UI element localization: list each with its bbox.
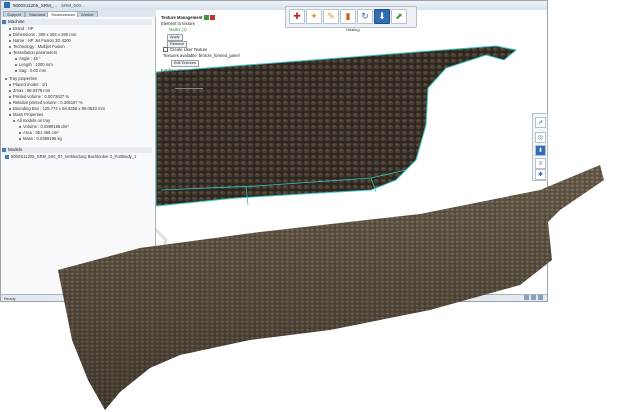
element-label-text: Element to texture	[161, 21, 195, 26]
bullet-icon	[19, 137, 21, 140]
bullet-icon	[9, 33, 11, 36]
tree-item-label: Mass : 0.0399195 kg	[23, 136, 62, 141]
apply-button[interactable]: Apply	[167, 34, 183, 41]
bullet-icon	[9, 95, 11, 98]
confirm-icon[interactable]	[203, 15, 209, 21]
checkbox-icon[interactable]	[163, 47, 168, 53]
right-tool-strip: ➚ ◎ ⬇ ≡ ✱	[532, 113, 548, 181]
healing-toolbar: ✚ ✦ ✎ ▮ ↻ ⬇ ⬈	[285, 6, 417, 28]
grid-icon[interactable]	[531, 295, 536, 300]
scale-value: 100	[204, 86, 212, 91]
bullet-icon	[5, 77, 7, 80]
bullet-icon	[9, 107, 11, 110]
slider-track[interactable]	[175, 88, 203, 90]
selected-element-label: Marks (1)	[169, 27, 187, 32]
bullet-icon	[9, 45, 11, 48]
export-icon[interactable]: ⬈	[391, 9, 407, 24]
bullet-icon	[15, 63, 17, 66]
tree-item-label: All models on tray	[17, 118, 51, 123]
status-bar: Ready	[1, 294, 547, 301]
bullet-icon	[9, 27, 11, 30]
status-icons	[522, 295, 543, 301]
machine-header-label: Machine	[8, 19, 25, 24]
zoom-icon[interactable]	[538, 295, 543, 300]
pointer-icon[interactable]: ➚	[535, 117, 546, 128]
app-window: 9000S11205_SRM_... SRM_500... Support St…	[0, 0, 548, 302]
height-max-text: Height max (mm): 1	[175, 92, 212, 97]
bullet-icon	[15, 69, 17, 72]
config-label-text: Konfiguration	[161, 68, 186, 73]
tree-item-label: Area : 351.466 cm²	[23, 130, 59, 135]
textured-part[interactable]	[156, 45, 518, 207]
bar-chart-icon[interactable]: ▮	[340, 9, 356, 24]
bullet-icon	[13, 119, 15, 122]
models-header[interactable]: Models	[2, 147, 152, 153]
bullet-icon	[9, 101, 11, 104]
view-icon[interactable]	[524, 295, 529, 300]
repair-cross-icon[interactable]: ✚	[289, 9, 305, 24]
create-texture-label: Create User Texture	[170, 47, 208, 52]
tree-item-label: Printed volume : 0.0073637 %	[13, 94, 70, 99]
tree-item-label: Length : 1000 mm	[19, 62, 53, 67]
scale-height-text: Scale height	[165, 80, 189, 85]
tree-item-label: Bounding Box : 125.774 x 56.6355 x 96.05…	[13, 106, 105, 111]
import-icon[interactable]: ⬇	[374, 9, 390, 24]
refresh-icon[interactable]: ↻	[357, 9, 373, 24]
tree-item-label: Name : HP Jet Fusion 3D 4200	[13, 38, 71, 43]
models-header-label: Models	[8, 147, 23, 152]
models-icon	[2, 147, 6, 152]
texture-panel-title-label: Texture Management	[161, 15, 203, 20]
toolbar-label: Healing	[346, 27, 360, 32]
bullet-icon	[9, 39, 11, 42]
window-subtitle: SRM_500...	[61, 2, 85, 8]
part-icon	[5, 154, 9, 159]
settings-icon[interactable]: ✱	[535, 169, 546, 180]
tree-item-label: Volume : 0.0399195 dm³	[23, 124, 69, 129]
height-max-label: Height max (mm): 1	[175, 92, 212, 98]
bullet-icon	[9, 89, 11, 92]
download-icon[interactable]: ⬇	[535, 145, 546, 156]
tree-item-label: Dimensions : 380 x 284 x 380 mm	[13, 32, 77, 37]
tree-item[interactable]: Sag : 0.02 mm	[15, 68, 46, 74]
tree-item-label: Tessellation parameters	[13, 50, 58, 55]
tree-item-label: Brand : HP	[13, 26, 34, 31]
textures-available[interactable]: Textures available: bronze_formed_panel	[163, 53, 240, 59]
status-text: Ready	[4, 295, 16, 301]
tray-header-label: Tray properties	[9, 76, 38, 81]
machine-header[interactable]: Machine	[2, 19, 152, 25]
selected-element[interactable]: Marks (1)	[169, 27, 187, 33]
textures-available-label: Textures available: bronze_formed_panel	[163, 53, 240, 58]
bullet-icon	[19, 131, 21, 134]
circle-icon[interactable]: ◎	[535, 132, 546, 143]
bullet-icon	[9, 83, 11, 86]
structure-panel: Machine Brand : HP Dimensions : 380 x 28…	[1, 17, 156, 297]
z-axis-label: Z	[176, 253, 179, 258]
tree-item-label: Mass Properties	[13, 112, 44, 117]
tree-item-label: Zmax : 96.0478 mm	[13, 88, 51, 93]
bullet-icon	[9, 51, 11, 54]
layers-icon[interactable]: ≡	[535, 158, 546, 169]
app-logo-icon	[4, 2, 10, 8]
presets-label: Presets: Default	[169, 74, 199, 79]
tree-item[interactable]: Mass : 0.0399195 kg	[19, 136, 62, 142]
model-item-label: 9000S11205_SRM_500_07_Verkleidung Bachle…	[11, 154, 137, 159]
tree-item-label: Angle : 45 °	[19, 56, 41, 61]
machine-icon	[2, 19, 6, 24]
close-icon[interactable]	[209, 15, 215, 21]
tree-item-label: Placed model : 1/1	[13, 82, 48, 87]
edit-textures-button[interactable]: Edit Textures	[171, 60, 199, 67]
model-item[interactable]: 9000S11205_SRM_500_07_Verkleidung Bachle…	[5, 154, 136, 160]
tree-item-label: Technology : Multijet Fusion	[13, 44, 65, 49]
window-title: 9000S11205_SRM_...	[13, 2, 57, 8]
wand-icon[interactable]: ✦	[306, 9, 322, 24]
tree-item-label: Sag : 0.02 mm	[19, 68, 47, 73]
bullet-icon	[19, 125, 21, 128]
bullet-icon	[9, 113, 11, 116]
fix-icon[interactable]: ✎	[323, 9, 339, 24]
tree-item-label: Relative printed volume : 0.305187 %	[13, 100, 83, 105]
bullet-icon	[15, 57, 17, 60]
